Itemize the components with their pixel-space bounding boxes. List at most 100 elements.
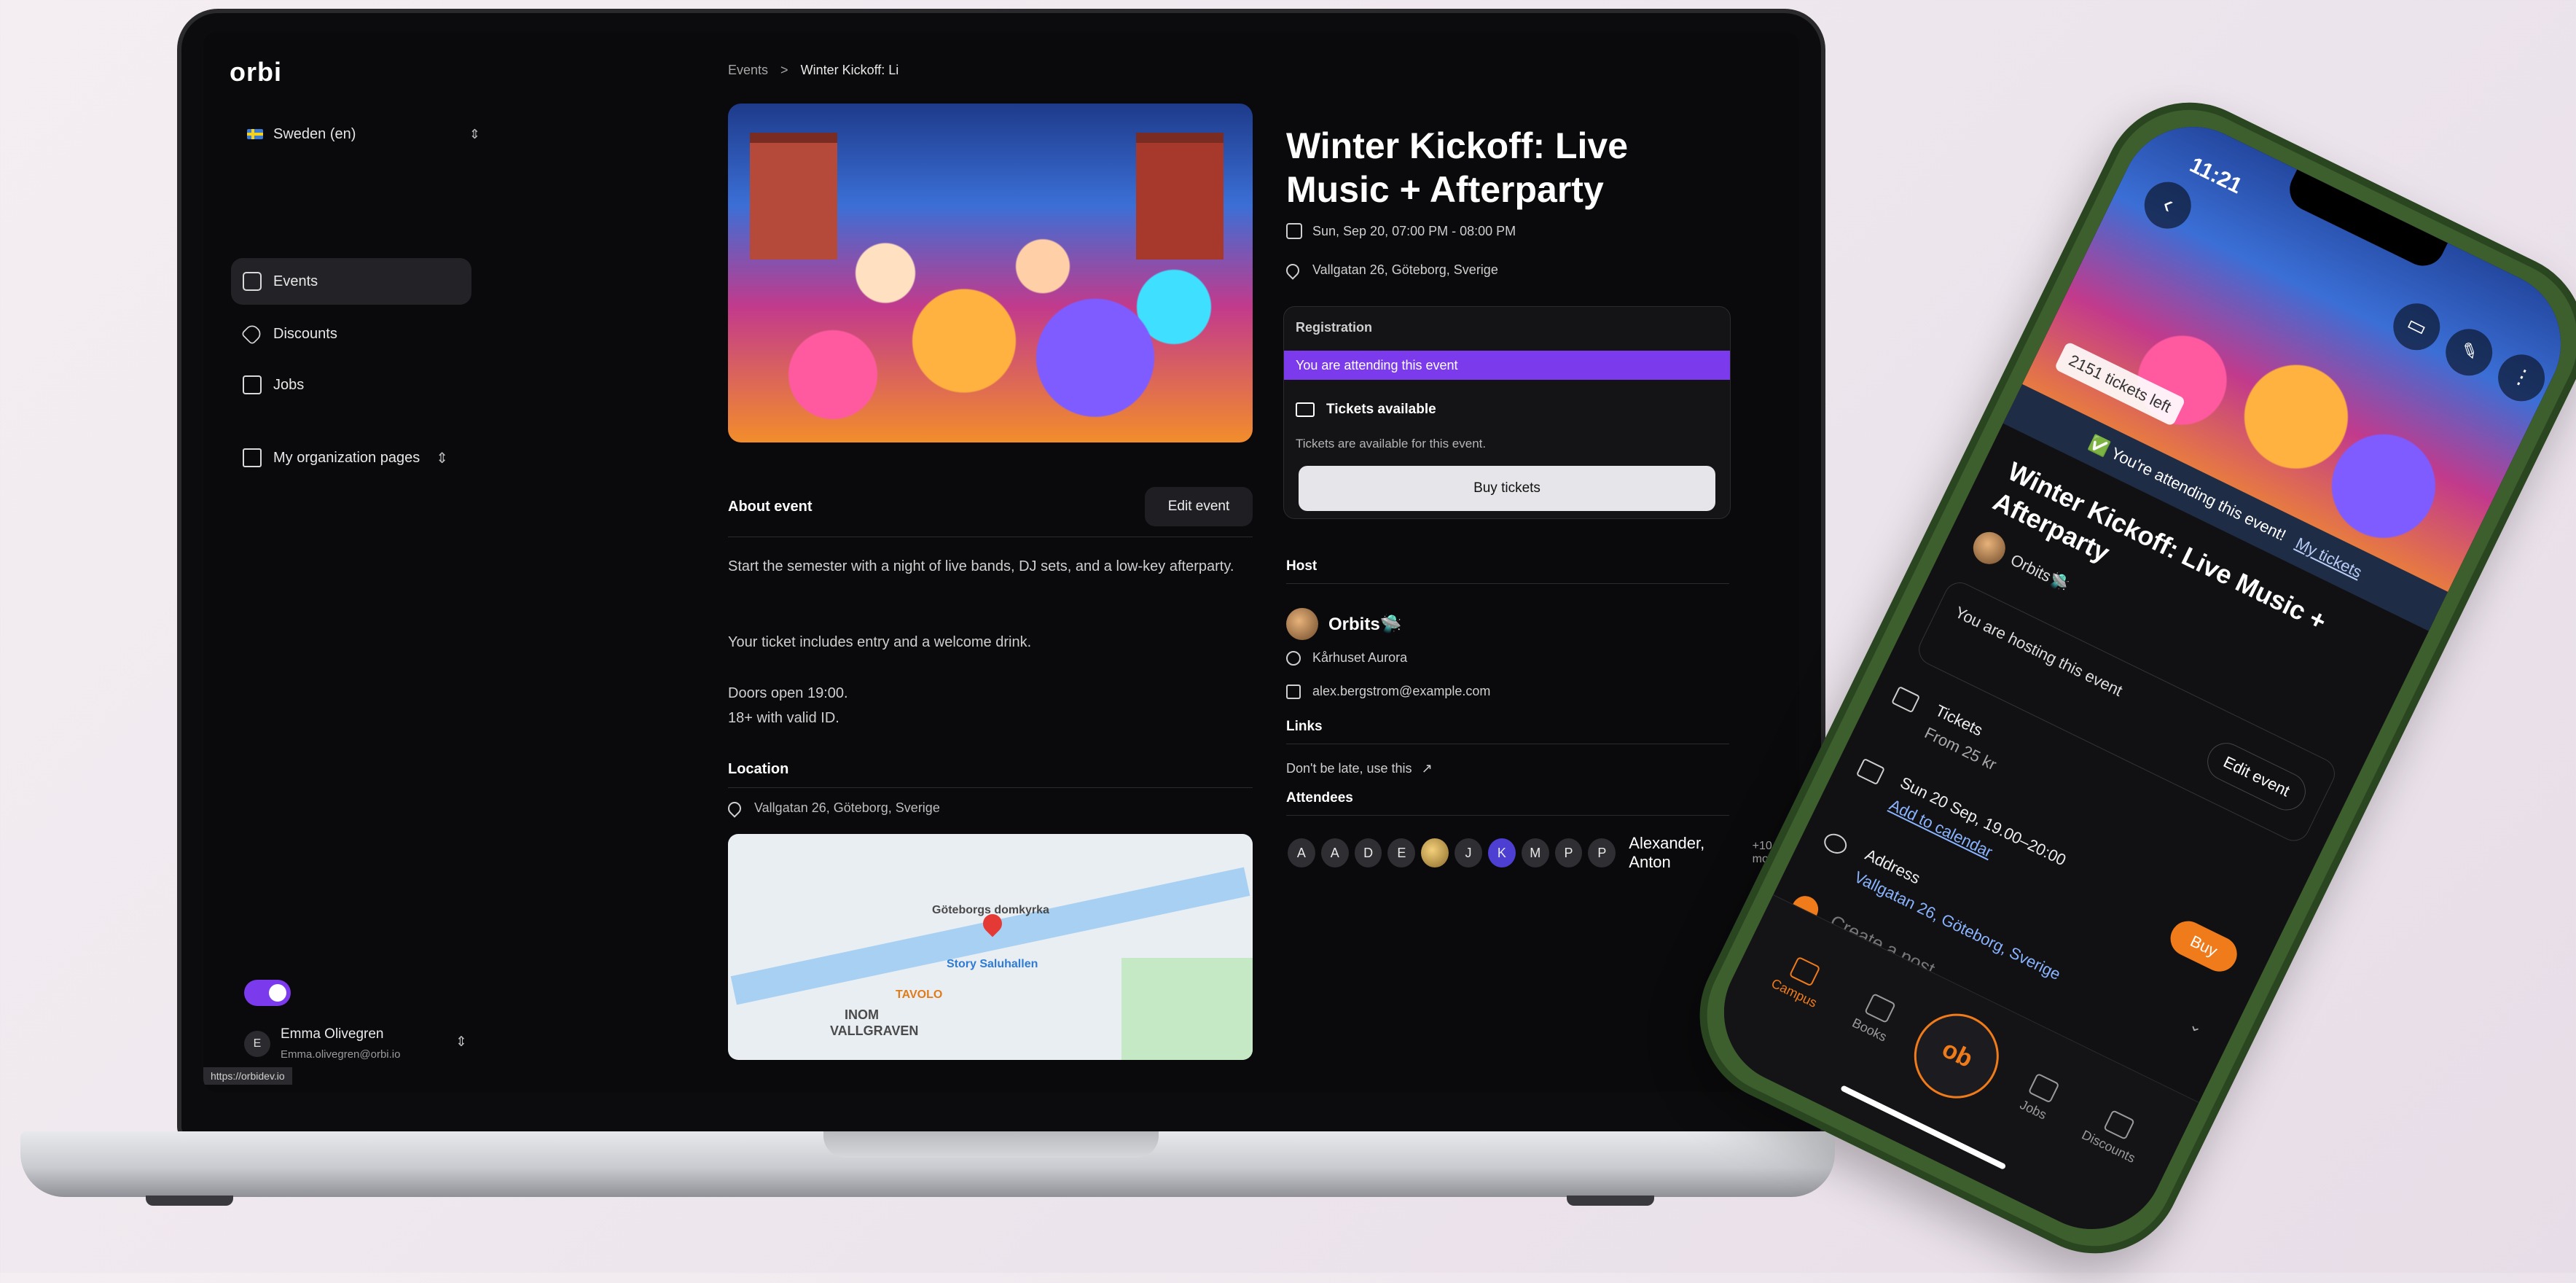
- user-email: Emma.olivegren@orbi.io: [281, 1048, 401, 1061]
- host-email[interactable]: alex.bergstrom@example.com: [1286, 684, 1490, 699]
- map-park: [1121, 958, 1253, 1060]
- tag-icon: [240, 322, 264, 346]
- description-paragraph: Your ticket includes entry and a welcome…: [728, 634, 1032, 650]
- phone-wrapper: 11:21 ‹ ▭ ✎ ⋮ 2151 tickets left ✅ You're…: [1629, 66, 2576, 1283]
- location-map[interactable]: Göteborgs domkyrka Story Saluhallen TAVO…: [728, 834, 1253, 1060]
- sidebar-item-jobs[interactable]: Jobs: [231, 362, 471, 408]
- laptop-lid: orbi Sweden (en) ⇕ Events Discounts Jobs…: [177, 9, 1825, 1140]
- home-indicator: [1840, 1085, 2007, 1170]
- host-row[interactable]: Orbits🛸: [1286, 608, 1402, 640]
- tab-label: Jobs: [2017, 1096, 2049, 1123]
- event-link[interactable]: Don't be late, use this ↗: [1286, 761, 1433, 776]
- attendee-avatar-photo: [1420, 837, 1451, 869]
- edit-event-button[interactable]: Edit event: [2201, 736, 2312, 817]
- ticket-icon: [1891, 685, 1921, 714]
- tab-discounts[interactable]: Discounts: [2069, 1097, 2160, 1171]
- graduation-cap-icon: [1788, 956, 1821, 987]
- attendee-avatar: J: [1453, 837, 1484, 869]
- attendee-avatar: D: [1352, 837, 1384, 869]
- location-title: Location: [728, 761, 789, 777]
- country-selector[interactable]: Sweden (en) ⇕: [247, 120, 480, 149]
- chevron-updown-icon: ⇕: [436, 450, 448, 467]
- host-name: Orbits🛸: [1328, 614, 1402, 634]
- description-paragraph: Start the semester with a night of live …: [728, 558, 1234, 574]
- building-shape: [1136, 133, 1224, 260]
- attendee-avatar: E: [1386, 837, 1417, 869]
- tab-jobs[interactable]: Jobs: [1994, 1061, 2085, 1134]
- theme-toggle[interactable]: [244, 980, 291, 1006]
- sidebar-item-events[interactable]: Events: [231, 258, 471, 305]
- calendar-icon: [243, 272, 262, 291]
- host-title: Host: [1286, 558, 1318, 574]
- breadcrumb-root[interactable]: Events: [728, 63, 768, 77]
- host-avatar: [1968, 526, 2011, 570]
- breadcrumb: Events > Winter Kickoff: Li: [728, 63, 899, 78]
- orbi-logo[interactable]: orbi: [230, 57, 282, 87]
- chevron-updown-icon: ⇕: [469, 126, 480, 141]
- sidebar-item-discounts[interactable]: Discounts: [231, 311, 471, 357]
- laptop-foot: [146, 1196, 233, 1206]
- about-title: About event: [728, 499, 813, 515]
- sidebar-item-org-pages[interactable]: My organization pages ⇕: [231, 434, 493, 481]
- tab-books[interactable]: Books: [1830, 980, 1921, 1054]
- host-venue: Kårhuset Aurora: [1286, 650, 1407, 666]
- event-datetime-text: Sun, Sep 20, 07:00 PM - 08:00 PM: [1312, 223, 1516, 238]
- sidebar-item-label: Discounts: [273, 325, 337, 342]
- calendar-icon: [1286, 223, 1302, 239]
- avatar: E: [244, 1031, 270, 1057]
- map-label: VALLGRAVEN: [830, 1023, 919, 1038]
- toggle-knob: [269, 984, 286, 1002]
- attendee-avatar: A: [1319, 837, 1350, 869]
- breadcrumb-current: Winter Kickoff: Li: [800, 63, 899, 77]
- laptop-screen: orbi Sweden (en) ⇕ Events Discounts Jobs…: [203, 32, 1799, 1092]
- event-address: Vallgatan 26, Göteborg, Sverige: [1283, 260, 1498, 280]
- links-title: Links: [1286, 719, 1323, 734]
- host-email-text: alex.bergstrom@example.com: [1312, 684, 1491, 698]
- country-label: Sweden (en): [273, 125, 356, 142]
- attendee-avatar: A: [1286, 837, 1317, 869]
- attendee-avatar: K: [1486, 837, 1517, 869]
- tab-campus[interactable]: Campus: [1755, 944, 1846, 1018]
- user-circle-icon: [1286, 650, 1301, 666]
- location-pin-icon: [1820, 830, 1850, 858]
- phone-screen: 11:21 ‹ ▭ ✎ ⋮ 2151 tickets left ✅ You're…: [1699, 102, 2576, 1254]
- briefcase-icon: [243, 375, 262, 394]
- breadcrumb-separator: >: [780, 63, 788, 77]
- attendees-title: Attendees: [1286, 790, 1353, 806]
- sidebar-item-label: My organization pages: [273, 449, 420, 466]
- tickets-available-title: Tickets available: [1296, 402, 1436, 418]
- buy-button[interactable]: Buy: [2164, 915, 2243, 978]
- map-label: INOM: [845, 1007, 879, 1022]
- page-icon: [243, 448, 262, 467]
- event-datetime: Sun, Sep 20, 07:00 PM - 08:00 PM: [1286, 223, 1516, 239]
- location-pin-icon: [725, 798, 744, 818]
- attendee-avatar: P: [1586, 837, 1618, 869]
- event-address-text: Vallgatan 26, Göteborg, Sverige: [1312, 262, 1498, 277]
- tag-icon: [2103, 1110, 2135, 1140]
- event-cover-image: [728, 104, 1253, 442]
- external-link-icon: ↗: [1421, 761, 1433, 776]
- edit-event-button[interactable]: Edit event: [1145, 487, 1253, 526]
- chevron-down-icon[interactable]: ⌄: [2186, 1015, 2207, 1037]
- url-tooltip: https://orbidev.io: [203, 1067, 292, 1085]
- divider: [728, 787, 1253, 788]
- ticket-icon: [1296, 402, 1315, 417]
- briefcase-icon: [2027, 1072, 2060, 1104]
- event-link-text: Don't be late, use this: [1286, 761, 1412, 776]
- host-avatar: [1286, 608, 1318, 640]
- location-pin-icon: [1283, 260, 1302, 280]
- description-paragraph: 18+ with valid ID.: [728, 710, 839, 726]
- tab-label: Discounts: [2079, 1127, 2138, 1166]
- mail-icon: [1286, 684, 1301, 699]
- hosting-text: You are hosting this event: [1951, 602, 2126, 701]
- tickets-description: Tickets are available for this event.: [1296, 437, 1487, 451]
- sweden-flag-icon: [247, 129, 263, 139]
- laptop-trackpad-notch: [823, 1131, 1159, 1158]
- sidebar-item-label: Jobs: [273, 376, 305, 393]
- phone-body: 11:21 ‹ ▭ ✎ ⋮ 2151 tickets left ✅ You're…: [1670, 73, 2576, 1283]
- registration-header: Registration: [1296, 320, 1373, 335]
- host-venue-text: Kårhuset Aurora: [1312, 650, 1408, 665]
- tickets-available-label: Tickets available: [1326, 402, 1436, 417]
- sidebar-item-label: Events: [273, 273, 318, 289]
- location-address: Vallgatan 26, Göteborg, Sverige: [725, 798, 940, 818]
